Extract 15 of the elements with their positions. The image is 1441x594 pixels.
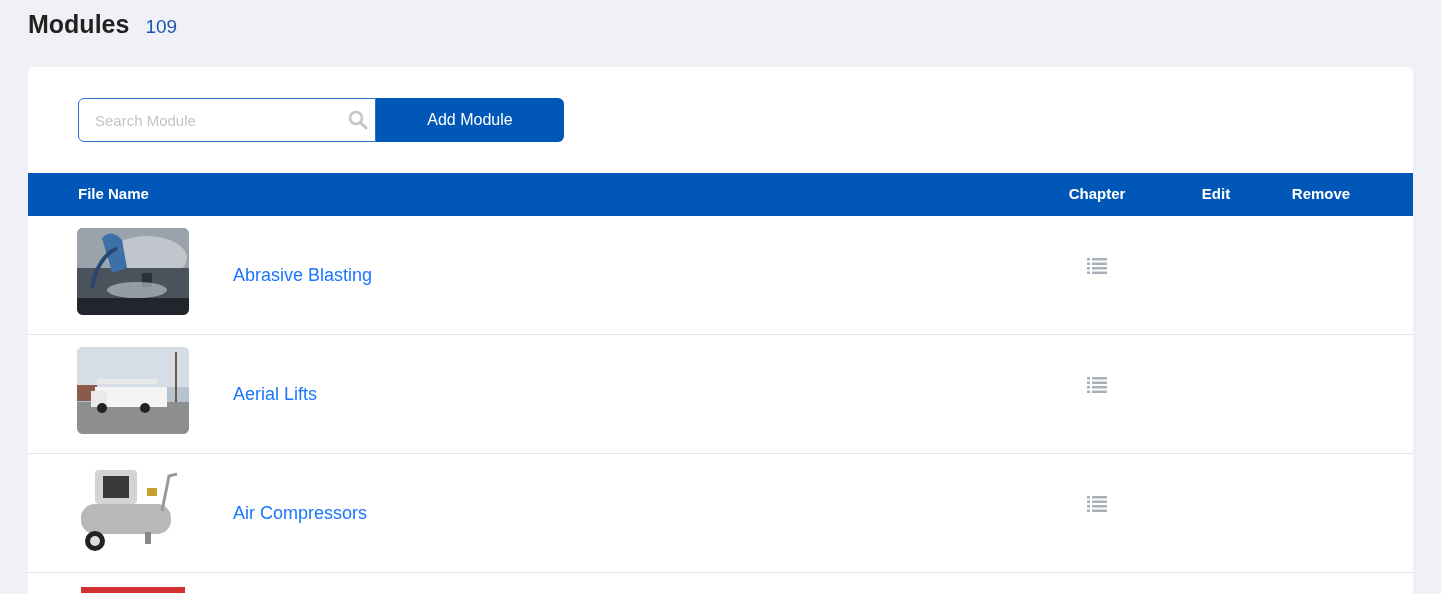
column-header: Chapter xyxy=(1068,184,1126,205)
page-title: Modules xyxy=(28,9,130,40)
module-link[interactable]: Abrasive Blasting xyxy=(233,261,373,289)
module-count: 109 xyxy=(145,15,178,39)
list-icon[interactable] xyxy=(1087,258,1107,274)
list-icon[interactable] xyxy=(1087,496,1107,512)
column-header: Remove xyxy=(1291,184,1351,205)
search-field[interactable]: Search Module xyxy=(78,98,376,142)
list-icon[interactable] xyxy=(1087,377,1107,393)
add-module-button[interactable]: Add Module xyxy=(376,98,564,142)
column-header: File Name xyxy=(78,184,150,205)
search-icon xyxy=(348,110,368,130)
module-link[interactable]: Aerial Lifts xyxy=(233,380,318,408)
column-header: Edit xyxy=(1201,184,1231,205)
module-link[interactable]: Air Compressors xyxy=(233,499,368,527)
